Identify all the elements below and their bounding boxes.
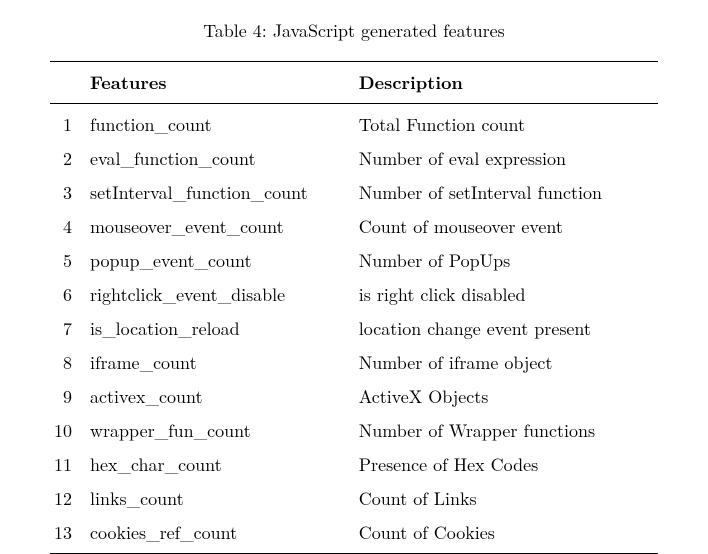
row-number: 9	[50, 380, 90, 414]
header-features: Features	[90, 62, 359, 104]
feature-description: Number of Wrapper functions	[359, 414, 658, 448]
feature-description: is right click disabled	[359, 278, 658, 312]
row-number: 10	[50, 414, 90, 448]
row-number: 7	[50, 312, 90, 346]
table-row: 5popup_event_countNumber of PopUps	[50, 244, 658, 278]
feature-name: function_count	[90, 104, 359, 142]
row-number: 6	[50, 278, 90, 312]
table-row: 2eval_function_countNumber of eval expre…	[50, 142, 658, 176]
table-row: 13cookies_ref_countCount of Cookies	[50, 516, 658, 554]
header-description: Description	[359, 62, 658, 104]
table-row: 12links_countCount of Links	[50, 482, 658, 516]
table-row: 7is_location_reloadlocation change event…	[50, 312, 658, 346]
feature-name: iframe_count	[90, 346, 359, 380]
table-caption: Table 4: JavaScript generated features	[50, 18, 658, 43]
feature-description: Count of Cookies	[359, 516, 658, 554]
feature-description: Number of setInterval function	[359, 176, 658, 210]
row-number: 8	[50, 346, 90, 380]
table-row: 4mouseover_event_countCount of mouseover…	[50, 210, 658, 244]
row-number: 1	[50, 104, 90, 142]
feature-name: activex_count	[90, 380, 359, 414]
feature-description: ActiveX Objects	[359, 380, 658, 414]
feature-name: hex_char_count	[90, 448, 359, 482]
row-number: 2	[50, 142, 90, 176]
feature-name: cookies_ref_count	[90, 516, 359, 554]
feature-description: Presence of Hex Codes	[359, 448, 658, 482]
feature-name: setInterval_function_count	[90, 176, 359, 210]
row-number: 12	[50, 482, 90, 516]
table-header-row: Features Description	[50, 62, 658, 104]
feature-description: Number of PopUps	[359, 244, 658, 278]
feature-name: popup_event_count	[90, 244, 359, 278]
feature-description: Total Function count	[359, 104, 658, 142]
feature-name: rightclick_event_disable	[90, 278, 359, 312]
table-row: 3setInterval_function_countNumber of set…	[50, 176, 658, 210]
row-number: 4	[50, 210, 90, 244]
table-row: 9activex_countActiveX Objects	[50, 380, 658, 414]
header-num	[50, 62, 90, 104]
feature-description: Number of eval expression	[359, 142, 658, 176]
row-number: 13	[50, 516, 90, 554]
feature-description: Count of Links	[359, 482, 658, 516]
feature-description: location change event present	[359, 312, 658, 346]
feature-name: is_location_reload	[90, 312, 359, 346]
feature-name: wrapper_fun_count	[90, 414, 359, 448]
row-number: 5	[50, 244, 90, 278]
table-row: 10wrapper_fun_countNumber of Wrapper fun…	[50, 414, 658, 448]
feature-name: links_count	[90, 482, 359, 516]
feature-name: mouseover_event_count	[90, 210, 359, 244]
table-row: 1function_countTotal Function count	[50, 104, 658, 142]
feature-name: eval_function_count	[90, 142, 359, 176]
row-number: 11	[50, 448, 90, 482]
feature-description: Number of iframe object	[359, 346, 658, 380]
row-number: 3	[50, 176, 90, 210]
table-row: 8iframe_countNumber of iframe object	[50, 346, 658, 380]
table-row: 11hex_char_countPresence of Hex Codes	[50, 448, 658, 482]
table-row: 6rightclick_event_disableis right click …	[50, 278, 658, 312]
feature-description: Count of mouseover event	[359, 210, 658, 244]
features-table: Features Description 1function_countTota…	[50, 61, 658, 554]
